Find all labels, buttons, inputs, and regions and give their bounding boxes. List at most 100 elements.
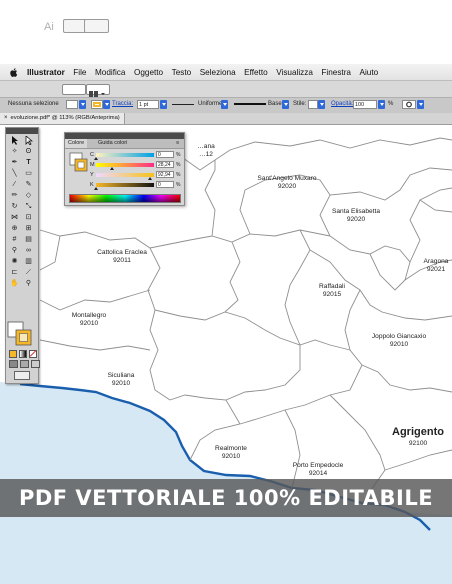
fill-swatch[interactable] [66, 100, 78, 109]
color-mode-button[interactable] [9, 350, 17, 358]
eraser-tool-icon[interactable]: ◇ [22, 191, 35, 201]
channel-value-field[interactable]: 0 [156, 151, 174, 158]
artboard-tool-icon[interactable]: ⊏ [8, 268, 21, 278]
screen-mode-button[interactable] [14, 371, 30, 380]
line-tool-icon[interactable]: ╲ [8, 169, 21, 179]
place-code: 92021 [426, 266, 446, 273]
channel-slider[interactable] [94, 153, 154, 160]
document-tab[interactable]: × evoluzione.pdf* @ 113% (RGB/Anteprima) [0, 113, 125, 124]
place-name: Agrigento [392, 426, 444, 438]
zoom-tool-icon[interactable]: ⚲ [22, 279, 35, 289]
top-placeholder-toolbar: Ai [0, 0, 452, 62]
none-mode-button[interactable] [29, 350, 37, 358]
menu-item-finestra[interactable]: Finestra [321, 68, 351, 77]
place-name: Joppolo Giancaxio [371, 333, 427, 340]
arrange-documents-button[interactable] [86, 84, 110, 97]
selection-tool-icon[interactable] [8, 136, 21, 146]
perspective-grid-tool-icon[interactable]: ⊞ [22, 224, 35, 234]
menu-item-modifica[interactable]: Modifica [95, 68, 126, 77]
style-swatch[interactable] [308, 100, 318, 109]
hand-tool-icon[interactable]: ✋ [8, 279, 21, 289]
stroke-link[interactable]: Traccia: [112, 101, 133, 107]
symbol-sprayer-tool-icon[interactable]: ✺ [8, 257, 21, 267]
gradient-mode-button[interactable] [19, 350, 27, 358]
mesh-tool-icon[interactable]: # [8, 235, 21, 245]
channel-slider[interactable] [96, 163, 154, 170]
free-transform-tool-icon[interactable]: ⊡ [22, 213, 35, 223]
boundary-line [284, 229, 311, 346]
channel-row-m: M 28,24 % [90, 161, 182, 170]
blend-tool-icon[interactable]: ∞ [22, 246, 35, 256]
channel-value-field[interactable]: 92,94 [156, 171, 174, 178]
fill-stroke-swatches[interactable] [7, 321, 37, 347]
panel-menu-icon[interactable]: ≡ [173, 139, 182, 148]
rotate-tool-icon[interactable]: ↻ [8, 202, 21, 212]
shape-builder-tool-icon[interactable]: ⊕ [8, 224, 21, 234]
style-dropdown[interactable] [318, 100, 325, 109]
menu-app-name[interactable]: Illustrator [27, 68, 65, 77]
pencil-tool-icon[interactable]: ✎ [22, 180, 35, 190]
app-icon: Ai [44, 19, 54, 33]
bridge-button[interactable] [62, 84, 86, 95]
menu-item-oggetto[interactable]: Oggetto [134, 68, 163, 77]
opacity-field[interactable]: 100 [353, 100, 377, 109]
menu-item-testo[interactable]: Testo [172, 68, 192, 77]
menu-item-file[interactable]: File [73, 68, 86, 77]
tab-guida-colori[interactable]: Guida colori [95, 139, 130, 148]
type-tool-icon[interactable]: T [22, 158, 35, 168]
gradient-tool-icon[interactable]: ▤ [22, 235, 35, 245]
selection-status: Nessuna selezione [8, 101, 59, 107]
color-spectrum-bar[interactable] [69, 194, 181, 203]
direct-selection-tool-icon[interactable] [22, 135, 35, 146]
slice-tool-icon[interactable]: ⟋ [22, 268, 35, 278]
rectangle-tool-icon[interactable]: ▭ [22, 169, 35, 179]
lasso-tool-icon[interactable]: ʘ [22, 147, 35, 157]
place-label: Cattolica Eraclea 92011 [97, 249, 147, 265]
place-code: 92010 [221, 453, 241, 460]
opacity-dropdown[interactable] [378, 100, 385, 109]
menu-item-aiuto[interactable]: Aiuto [359, 68, 378, 77]
channel-row-k: K 0 % [90, 181, 182, 190]
stroke-dropdown[interactable] [103, 100, 110, 109]
channel-value-field[interactable]: 0 [156, 181, 174, 188]
place-name: Sant'Angelo Muxaro [257, 175, 317, 182]
menu-bar: Illustrator File Modifica Oggetto Testo … [0, 64, 452, 81]
top-toolbar-button[interactable] [84, 19, 109, 33]
place-label: Aragona 92021 [424, 258, 449, 274]
channel-value-field[interactable]: 28,24 [156, 161, 174, 168]
promo-banner: PDF VETTORIALE 100% EDITABILE [0, 479, 452, 517]
document-setup-button[interactable] [402, 100, 416, 109]
paintbrush-tool-icon[interactable]: ⁄ [8, 180, 21, 190]
fill-dropdown[interactable] [79, 100, 86, 109]
pen-tool-icon[interactable]: ✒ [8, 158, 21, 168]
apple-icon[interactable] [10, 67, 18, 77]
draw-behind-button[interactable] [20, 360, 29, 368]
stroke-weight-field[interactable]: 1 pt [137, 100, 159, 109]
draw-inside-button[interactable] [31, 360, 40, 368]
scale-tool-icon[interactable]: ⤡ [22, 202, 35, 212]
width-tool-icon[interactable]: ⋈ [8, 213, 21, 223]
opacity-link[interactable]: Opacità: [331, 101, 353, 107]
eyedropper-tool-icon[interactable]: ⚲ [8, 246, 21, 256]
column-graph-tool-icon[interactable]: ▥ [22, 257, 35, 267]
menu-item-effetto[interactable]: Effetto [244, 68, 268, 77]
channel-slider[interactable] [94, 183, 154, 190]
color-panel-fill-stroke[interactable] [69, 152, 89, 174]
close-tab-icon[interactable]: × [4, 115, 8, 121]
channel-slider[interactable] [96, 173, 154, 180]
menu-item-visualizza[interactable]: Visualizza [276, 68, 313, 77]
extra-options-dropdown[interactable] [417, 100, 424, 109]
magic-wand-tool-icon[interactable]: ✧ [8, 147, 21, 157]
svg-text:Ai: Ai [44, 21, 54, 32]
draw-normal-button[interactable] [9, 360, 18, 368]
place-code: 92014 [308, 470, 328, 477]
blob-brush-tool-icon[interactable]: ✏ [8, 191, 21, 201]
stroke-profile-dropdown[interactable] [221, 100, 228, 109]
tab-colore[interactable]: Colore [65, 139, 88, 148]
stroke-weight-dropdown[interactable] [160, 100, 167, 109]
brush-dropdown[interactable] [282, 100, 289, 109]
menu-item-seleziona[interactable]: Seleziona [200, 68, 236, 77]
place-code: …12 [199, 151, 213, 158]
place-name: Montallegro [71, 312, 107, 319]
stroke-swatch[interactable] [91, 100, 103, 109]
